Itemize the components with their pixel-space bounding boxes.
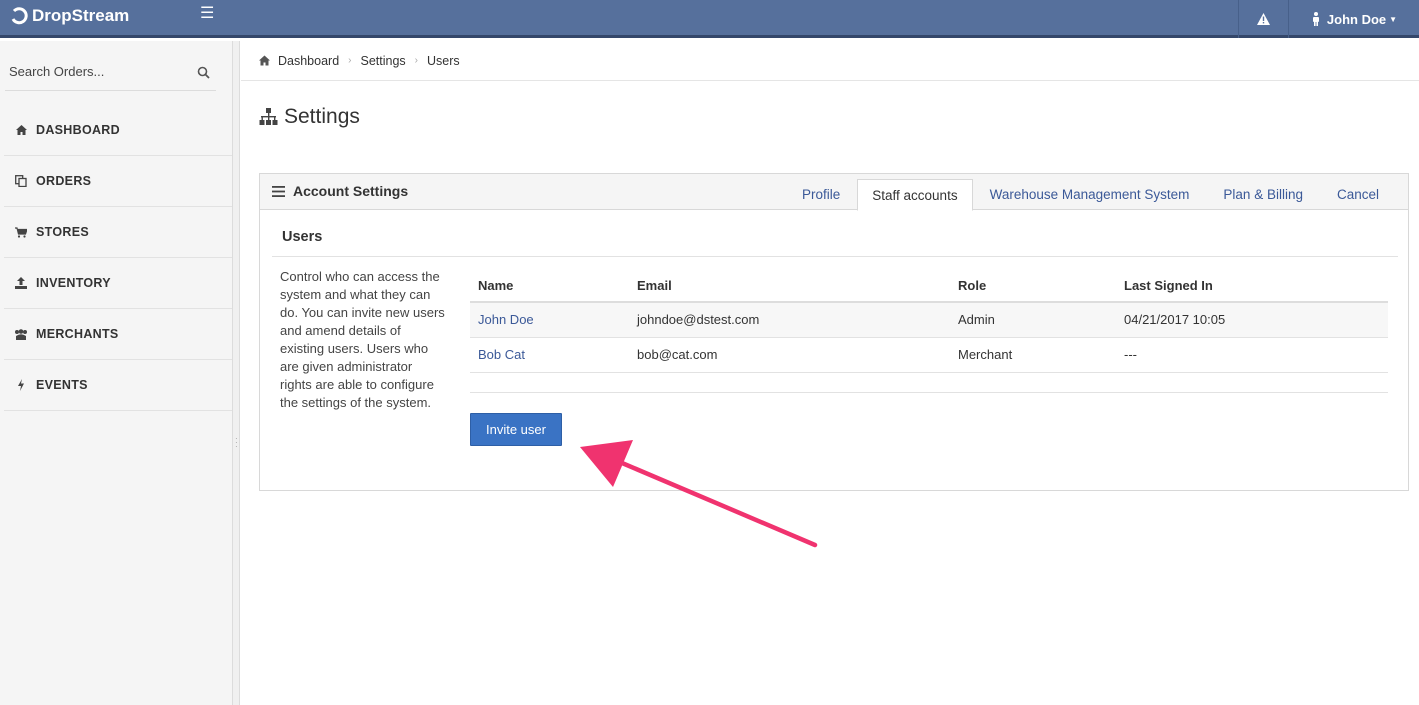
brand-logo[interactable]: DropStream — [10, 5, 129, 27]
upload-icon — [14, 276, 28, 290]
sitemap-icon — [259, 108, 278, 125]
sidebar-item-events[interactable]: EVENTS — [4, 360, 232, 411]
top-navbar: DropStream ☰ John Doe ▼ — [0, 0, 1419, 38]
dropstream-logo-icon — [11, 7, 28, 25]
brand-name: DropStream — [32, 6, 130, 25]
user-role: Merchant — [950, 337, 1116, 373]
tab-plan-billing[interactable]: Plan & Billing — [1206, 179, 1320, 210]
search-orders-box — [5, 53, 216, 91]
user-last-signed-in: --- — [1116, 337, 1388, 373]
sidebar-item-orders[interactable]: ORDERS — [4, 156, 232, 207]
user-last-signed-in: 04/21/2017 10:05 — [1116, 302, 1388, 338]
user-email: johndoe@dstest.com — [629, 302, 950, 338]
sidebar-item-inventory[interactable]: INVENTORY — [4, 258, 232, 309]
column-header-email[interactable]: Email — [629, 269, 950, 303]
page-title-text: Settings — [284, 105, 360, 128]
grip-icon: · · · — [235, 434, 238, 451]
sidebar-resize-handle[interactable]: · · · — [233, 41, 240, 705]
breadcrumb-users: Users — [427, 53, 460, 68]
divider — [470, 392, 1388, 393]
copy-icon — [14, 174, 28, 188]
sidebar-nav: DASHBOARD ORDERS STORES INVENTORY MERCHA… — [0, 105, 233, 411]
column-header-name[interactable]: Name — [470, 269, 629, 303]
tab-warehouse-management-system[interactable]: Warehouse Management System — [973, 179, 1207, 210]
bolt-icon — [14, 378, 28, 392]
account-settings-panel: Account Settings Profile Staff accounts … — [259, 173, 1409, 491]
user-icon — [1312, 12, 1319, 26]
home-icon — [14, 123, 28, 137]
users-section-title: Users — [282, 229, 323, 245]
sidebar-item-merchants[interactable]: MERCHANTS — [4, 309, 232, 360]
bars-icon — [272, 185, 285, 197]
user-role: Admin — [950, 302, 1116, 338]
sidebar-item-label: ORDERS — [36, 174, 92, 188]
divider — [272, 256, 1398, 257]
warning-icon — [1257, 13, 1270, 25]
sidebar-item-label: EVENTS — [36, 378, 88, 392]
breadcrumb-settings[interactable]: Settings — [361, 54, 406, 68]
sidebar-item-label: INVENTORY — [36, 276, 111, 290]
users-table: Name Email Role Last Signed In John Doe … — [470, 269, 1388, 373]
breadcrumb: Dashboard › Settings › Users — [241, 41, 1419, 81]
user-name-link[interactable]: John Doe — [470, 302, 629, 338]
annotation-arrow-icon — [580, 440, 818, 548]
search-icon[interactable] — [197, 66, 210, 79]
tab-profile[interactable]: Profile — [785, 179, 857, 210]
tab-cancel[interactable]: Cancel — [1320, 179, 1396, 210]
sidebar-item-label: STORES — [36, 225, 89, 239]
page-title: Settings — [259, 105, 360, 129]
sidebar-item-dashboard[interactable]: DASHBOARD — [4, 105, 232, 156]
home-icon — [259, 55, 270, 66]
chevron-right-icon: › — [348, 55, 352, 66]
invite-user-button[interactable]: Invite user — [470, 413, 562, 446]
cart-icon — [14, 225, 28, 239]
panel-header: Account Settings Profile Staff accounts … — [260, 174, 1408, 211]
users-icon — [14, 327, 28, 341]
table-header-row: Name Email Role Last Signed In — [470, 269, 1388, 303]
column-header-last-signed-in[interactable]: Last Signed In — [1116, 269, 1388, 303]
user-menu-dropdown[interactable]: John Doe ▼ — [1288, 0, 1419, 38]
chevron-down-icon: ▼ — [1389, 14, 1398, 24]
user-name: John Doe — [1326, 11, 1387, 27]
users-description: Control who can access the system and wh… — [280, 269, 445, 410]
hamburger-menu-icon[interactable]: ☰ — [200, 5, 218, 23]
panel-title: Account Settings — [272, 183, 408, 199]
table-row: John Doe johndoe@dstest.com Admin 04/21/… — [470, 302, 1388, 338]
user-name-link[interactable]: Bob Cat — [470, 337, 629, 373]
sidebar-item-label: DASHBOARD — [36, 123, 120, 137]
alerts-button[interactable] — [1238, 0, 1288, 38]
sidebar-item-label: MERCHANTS — [36, 327, 119, 341]
table-row: Bob Cat bob@cat.com Merchant --- — [470, 337, 1388, 373]
user-email: bob@cat.com — [629, 337, 950, 373]
column-header-role[interactable]: Role — [950, 269, 1116, 303]
panel-title-text: Account Settings — [293, 183, 409, 199]
breadcrumb-dashboard[interactable]: Dashboard — [278, 54, 339, 68]
chevron-right-icon: › — [414, 55, 419, 66]
search-orders-input[interactable] — [5, 64, 185, 79]
sidebar: DASHBOARD ORDERS STORES INVENTORY MERCHA… — [0, 41, 233, 705]
settings-tabs: Profile Staff accounts Warehouse Managem… — [785, 179, 1396, 211]
sidebar-item-stores[interactable]: STORES — [4, 207, 232, 258]
tab-staff-accounts[interactable]: Staff accounts — [857, 179, 973, 211]
